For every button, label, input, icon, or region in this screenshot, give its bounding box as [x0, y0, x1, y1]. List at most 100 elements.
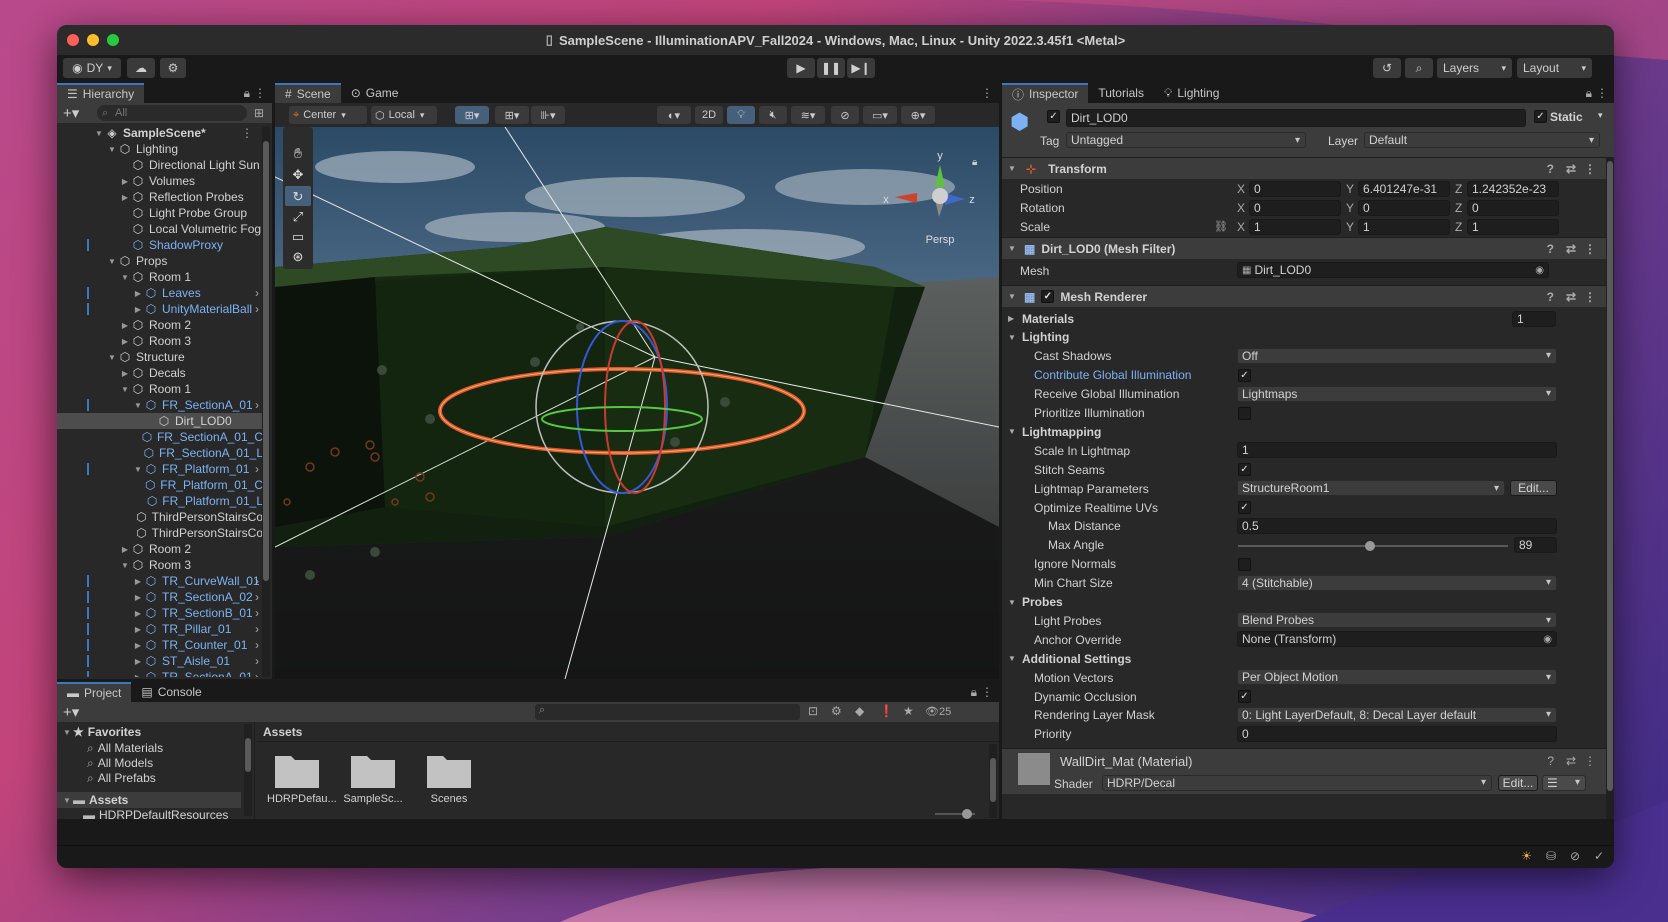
- kebab-menu-icon[interactable]: ⋮: [981, 685, 993, 699]
- kebab-menu-icon[interactable]: ⋮: [1584, 242, 1596, 256]
- help-icon[interactable]: ?: [1547, 290, 1554, 304]
- dynamic-occlusion-checkbox[interactable]: ✓: [1238, 690, 1251, 703]
- tab-hierarchy[interactable]: ☰ Hierarchy: [57, 83, 145, 103]
- layers-dropdown[interactable]: Layers ▾: [1437, 58, 1512, 78]
- tree-scrollbar[interactable]: [244, 724, 252, 816]
- rotation-z-field[interactable]: 0: [1467, 200, 1559, 216]
- hierarchy-item[interactable]: ▼ ⬡ Lighting: [57, 141, 263, 157]
- inspector-scrollbar[interactable]: [1606, 157, 1614, 819]
- max-angle-slider[interactable]: [1238, 540, 1508, 551]
- kebab-menu-icon[interactable]: ⋮: [241, 126, 253, 140]
- expand-arrow-icon[interactable]: ▶: [132, 289, 144, 298]
- optimize-realtime-uvs-checkbox[interactable]: ✓: [1238, 501, 1251, 514]
- hierarchy-item[interactable]: ⬡ Local Volumetric Fog: [57, 221, 263, 237]
- hierarchy-item[interactable]: ▼ ⬡ Structure: [57, 349, 263, 365]
- hierarchy-item[interactable]: ▼ ⬡ FR_Platform_01 ›: [57, 461, 263, 477]
- help-icon[interactable]: ?: [1547, 162, 1554, 176]
- hierarchy-item[interactable]: ▼ ⬡ FR_SectionA_01 ›: [57, 397, 263, 413]
- favorite-all-prefabs[interactable]: ⌕ All Prefabs: [57, 770, 156, 786]
- preset-icon[interactable]: ⇄: [1566, 290, 1576, 304]
- hierarchy-item[interactable]: ⬡ Directional Light Sun: [57, 157, 263, 173]
- expand-arrow-icon[interactable]: ▶: [132, 673, 144, 678]
- open-prefab-icon[interactable]: ›: [255, 462, 259, 476]
- hierarchy-item[interactable]: ▼ ⬡ Room 3: [57, 557, 263, 573]
- tab-inspector[interactable]: ⓘ Inspector: [1002, 83, 1089, 103]
- preset-icon[interactable]: ⇄: [1566, 162, 1576, 176]
- expand-arrow-icon[interactable]: ▶: [119, 545, 131, 554]
- hidden-packages-icon[interactable]: 👁︎25: [925, 705, 951, 718]
- ignore-normals-checkbox[interactable]: [1238, 557, 1251, 571]
- history-icon[interactable]: ↺: [1373, 58, 1401, 78]
- open-prefab-icon[interactable]: ›: [255, 574, 259, 588]
- hierarchy-item[interactable]: ▼ ⬡ Room 1: [57, 381, 263, 397]
- cloud-icon[interactable]: ☁: [127, 58, 155, 78]
- lightmap-parameters-dropdown[interactable]: StructureRoom1: [1237, 480, 1505, 497]
- hierarchy-item[interactable]: ▶ ⬡ TR_SectionA_02 ›: [57, 589, 263, 605]
- kebab-menu-icon[interactable]: ⋮: [1584, 754, 1596, 768]
- constrain-proportions-icon[interactable]: ⛓: [1214, 220, 1228, 233]
- scale-x-field[interactable]: 1: [1249, 219, 1341, 235]
- asset-folder[interactable]: Scenes: [419, 750, 479, 805]
- warning-icon[interactable]: ❗: [879, 704, 894, 718]
- expand-arrow-icon[interactable]: ▶: [132, 305, 144, 314]
- layer-dropdown[interactable]: Default: [1364, 132, 1600, 148]
- static-checkbox[interactable]: ✓: [1534, 110, 1547, 123]
- priority-field[interactable]: 0: [1237, 725, 1557, 742]
- tree-folder[interactable]: ▬ HDRPDefaultResources: [57, 807, 228, 823]
- lock-icon[interactable]: 🔒︎: [1586, 86, 1592, 101]
- pivot-space-dropdown[interactable]: ⬡ Local ▾: [371, 106, 437, 124]
- minimize-window-button[interactable]: [87, 34, 99, 46]
- cast-shadows-dropdown[interactable]: Off: [1237, 347, 1557, 364]
- hierarchy-item[interactable]: ⬡ ThirdPersonStairsCo: [57, 525, 263, 541]
- expand-arrow-icon[interactable]: ▶: [119, 177, 131, 186]
- lock-icon[interactable]: 🔒︎: [971, 685, 977, 700]
- favorites-header[interactable]: ▼ ★ Favorites: [57, 724, 141, 740]
- kebab-menu-icon[interactable]: ⋮: [254, 86, 266, 100]
- gizmos-dropdown[interactable]: ⊕▾: [901, 106, 935, 124]
- light-probes-dropdown[interactable]: Blend Probes: [1237, 612, 1557, 629]
- hierarchy-item[interactable]: ⬡ FR_Platform_01_L: [57, 493, 263, 509]
- materials-count-field[interactable]: 1: [1512, 311, 1556, 327]
- favorite-all-materials[interactable]: ⌕ All Materials: [57, 740, 163, 756]
- collapse-arrow-icon[interactable]: ▼: [1008, 598, 1020, 607]
- open-prefab-icon[interactable]: ›: [255, 622, 259, 636]
- hierarchy-item[interactable]: ▶ ⬡ Decals: [57, 365, 263, 381]
- hierarchy-item[interactable]: ⬡ Dirt_LOD0: [57, 413, 263, 429]
- scene-viewport[interactable]: ✋︎ ✥ ↻ ⤢ ▭ ⊛ y x z Persp 🔒︎: [275, 127, 999, 679]
- breadcrumb[interactable]: Assets: [257, 722, 999, 742]
- hierarchy-item[interactable]: ▶ ⬡ Leaves ›: [57, 285, 263, 301]
- add-plus-icon[interactable]: +▾: [63, 703, 79, 721]
- scene-visibility-icon[interactable]: ⊘: [831, 106, 859, 124]
- hierarchy-search-input[interactable]: ⌕ All: [97, 105, 247, 121]
- step-button[interactable]: ▶❙: [847, 58, 875, 78]
- shader-dropdown[interactable]: HDRP/Decal: [1102, 774, 1492, 791]
- max-angle-field[interactable]: 89: [1514, 536, 1557, 553]
- toggle-2d-button[interactable]: 2D: [695, 106, 723, 124]
- expand-arrow-icon[interactable]: ▶: [132, 609, 144, 618]
- open-prefab-icon[interactable]: ›: [255, 590, 259, 604]
- close-window-button[interactable]: [67, 34, 79, 46]
- hierarchy-item[interactable]: ⬡ FR_Platform_01_C: [57, 477, 263, 493]
- hierarchy-item[interactable]: ▶ ⬡ TR_Counter_01 ›: [57, 637, 263, 653]
- collapse-arrow-icon[interactable]: ▼: [1008, 333, 1020, 342]
- tab-project[interactable]: ▬ Project: [57, 682, 132, 702]
- content-scrollbar[interactable]: [989, 744, 997, 818]
- expand-arrow-icon[interactable]: ▶: [119, 193, 131, 202]
- favorite-all-models[interactable]: ⌕ All Models: [57, 755, 153, 771]
- preset-icon[interactable]: ⇄: [1566, 754, 1576, 768]
- hierarchy-item[interactable]: ▼ ◈ SampleScene* ⋮: [57, 125, 263, 141]
- ruler-icon[interactable]: ⊪▾: [531, 106, 565, 124]
- add-plus-icon[interactable]: +▾: [63, 104, 79, 122]
- expand-arrow-icon[interactable]: ▼: [119, 273, 131, 282]
- active-checkbox[interactable]: ✓: [1047, 110, 1060, 123]
- search-by-label-icon[interactable]: ⚙: [831, 704, 842, 718]
- expand-arrow-icon[interactable]: ▼: [119, 385, 131, 394]
- tab-tutorials[interactable]: Tutorials: [1088, 83, 1154, 103]
- expand-arrow-icon[interactable]: ▶: [132, 625, 144, 634]
- rotation-x-field[interactable]: 0: [1249, 200, 1341, 216]
- tab-lighting[interactable]: 💡︎ Lighting: [1154, 83, 1229, 103]
- hierarchy-item[interactable]: ⬡ ThirdPersonStairsCo: [57, 509, 263, 525]
- kebab-menu-icon[interactable]: ⋮: [981, 86, 993, 100]
- expand-arrow-icon[interactable]: ▼: [106, 353, 118, 362]
- lightmapping-row[interactable]: ▼ Lightmapping: [1002, 422, 1606, 441]
